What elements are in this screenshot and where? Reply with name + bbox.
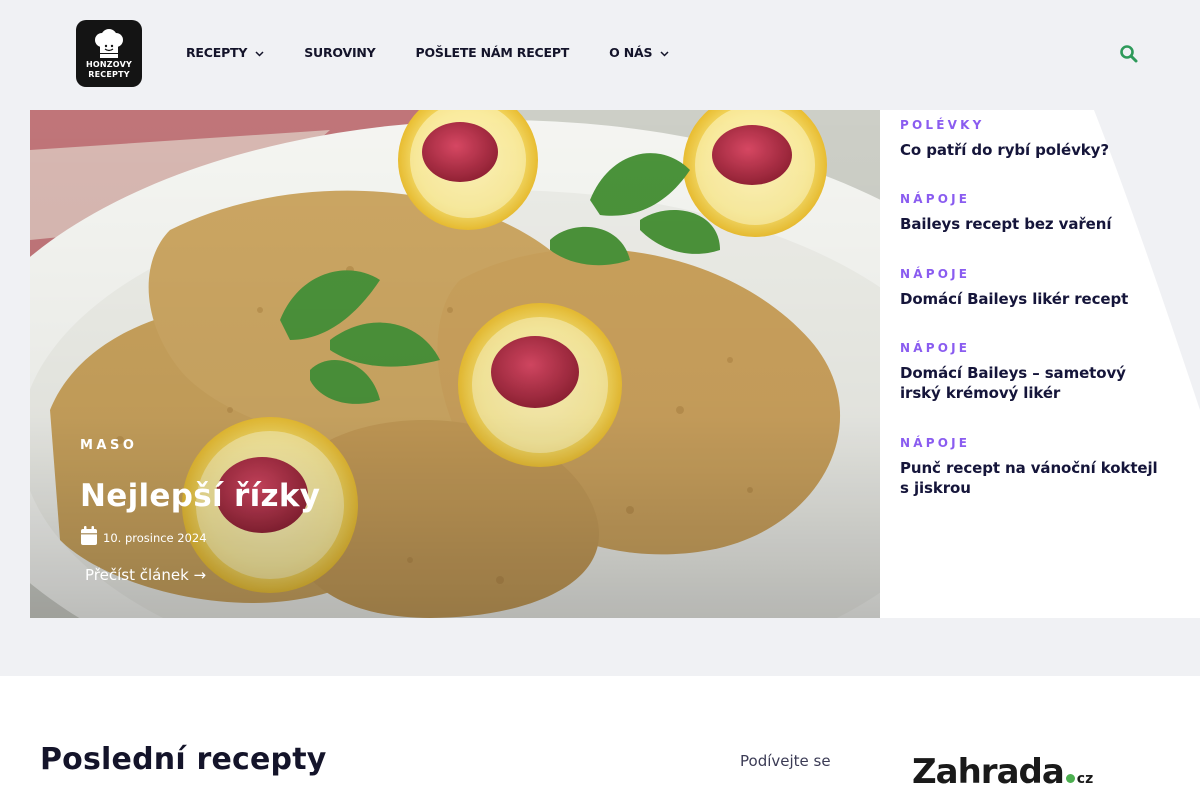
side-post-title[interactable]: Domácí Baileys likér recept [900,289,1170,309]
nav-item-label: SUROVINY [304,45,376,60]
side-post-item[interactable]: NÁPOJE Domácí Baileys – sametový irský k… [900,341,1170,403]
side-post-item[interactable]: NÁPOJE Domácí Baileys likér recept [900,267,1170,309]
side-post-item[interactable]: POLÉVKY Co patří do rybí polévky? [900,118,1170,160]
partner-logo-tld: cz [1076,771,1094,787]
nav-item-recepty[interactable]: RECEPTY [186,45,264,60]
side-post-category[interactable]: NÁPOJE [900,192,1170,206]
featured-post-date: 10. prosince 2024 [80,526,207,549]
side-post-title[interactable]: Punč recept na vánoční koktejl s jiskrou [900,458,1170,498]
nav-item-label: POŠLETE NÁM RECEPT [415,45,570,60]
logo-text-line-2: RECEPTY [88,69,130,79]
partner-logo-name: Zahrada [912,752,1065,792]
read-article-link[interactable]: Přečíst článek → [85,566,206,584]
partner-logo-zahrada[interactable]: Zahrada cz [912,752,1093,792]
side-post-title[interactable]: Baileys recept bez vaření [900,214,1170,234]
search-icon[interactable] [1119,44,1141,66]
nav-item-label: O NÁS [609,45,653,60]
side-post-title[interactable]: Co patří do rybí polévky? [900,140,1170,160]
side-post-category[interactable]: NÁPOJE [900,436,1170,450]
nav-item-suroviny[interactable]: SUROVINY [304,45,376,60]
partner-logo-dot [1065,774,1075,783]
site-header: HONZOVY RECEPTY RECEPTY SUROVINY POŠLETE… [0,0,1200,110]
side-post-title[interactable]: Domácí Baileys – sametový irský krémový … [900,363,1170,403]
main-nav: RECEPTY SUROVINY POŠLETE NÁM RECEPT O NÁ… [186,45,709,60]
look-link[interactable]: Podívejte se [740,752,831,770]
nav-item-poslete-nam-recept[interactable]: POŠLETE NÁM RECEPT [416,45,570,60]
logo-text-line-1: HONZOVY [86,59,132,69]
chef-hat-icon [95,28,123,58]
nav-item-o-nas[interactable]: O NÁS [609,45,669,60]
side-post-category[interactable]: POLÉVKY [900,118,1170,132]
site-logo[interactable]: HONZOVY RECEPTY [76,20,142,87]
side-post-category[interactable]: NÁPOJE [900,267,1170,281]
latest-recipes-heading: Poslední recepty [40,742,327,777]
chevron-down-icon [660,45,669,60]
featured-post-category[interactable]: MASO [80,438,137,453]
chevron-down-icon [255,45,264,60]
side-post-category[interactable]: NÁPOJE [900,341,1170,355]
featured-post[interactable]: MASO Nejlepší řízky 10. prosince 2024 Př… [30,110,880,618]
calendar-icon [80,526,98,549]
side-post-item[interactable]: NÁPOJE Punč recept na vánoční koktejl s … [900,436,1170,498]
featured-post-title[interactable]: Nejlepší řízky [80,478,320,514]
featured-post-date-text: 10. prosince 2024 [103,530,207,545]
nav-item-label: RECEPTY [186,45,248,60]
side-post-item[interactable]: NÁPOJE Baileys recept bez vaření [900,192,1170,234]
